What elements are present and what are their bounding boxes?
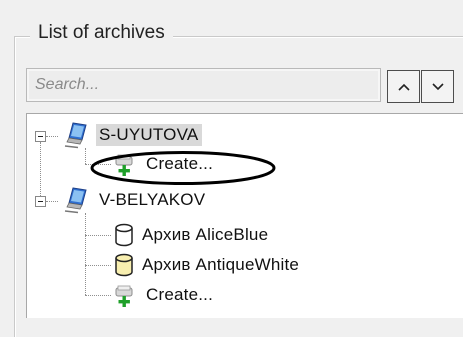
tree-connector xyxy=(85,295,111,296)
collapse-toggle-v-belyakov[interactable] xyxy=(35,196,46,207)
server-name-label: V-BELYAKOV xyxy=(99,190,206,209)
archive-tree[interactable]: S-UYUTOVA Create... V-BELYAKOV Архив Ali… xyxy=(26,113,463,318)
tree-connector xyxy=(85,265,111,266)
navigate-up-button[interactable] xyxy=(387,70,420,103)
tree-node-server[interactable]: V-BELYAKOV xyxy=(61,187,209,214)
computer-icon xyxy=(64,187,87,214)
create-archive-icon xyxy=(115,154,133,176)
archive-cylinder-icon xyxy=(115,223,133,247)
archives-group-title: List of archives xyxy=(30,22,173,44)
tree-connector xyxy=(85,148,86,164)
navigate-down-button[interactable] xyxy=(421,70,454,103)
create-archive-label: Create... xyxy=(146,154,213,173)
archive-label: Архив AliceBlue xyxy=(142,225,269,244)
tree-node-server[interactable]: S-UYUTOVA xyxy=(61,122,203,149)
chevron-down-icon xyxy=(431,82,444,90)
server-name-label: S-UYUTOVA xyxy=(96,124,203,146)
create-archive-label: Create... xyxy=(146,285,213,304)
tree-item-create[interactable]: Create... xyxy=(113,151,213,177)
tree-connector xyxy=(46,136,58,137)
tree-connector xyxy=(85,164,111,165)
tree-item-archive[interactable]: Архив AntiqueWhite xyxy=(113,252,299,278)
search-input[interactable] xyxy=(27,69,380,101)
archive-cylinder-icon xyxy=(115,253,133,277)
chevron-up-icon xyxy=(397,83,410,91)
collapse-toggle-s-uyutova[interactable] xyxy=(35,131,46,142)
tree-item-archive[interactable]: Архив AliceBlue xyxy=(113,222,268,248)
tree-connector xyxy=(85,235,111,236)
create-archive-icon xyxy=(115,285,133,307)
search-box[interactable] xyxy=(26,68,381,102)
computer-icon xyxy=(64,122,87,149)
archive-label: Архив AntiqueWhite xyxy=(142,255,300,274)
tree-item-create[interactable]: Create... xyxy=(113,282,213,308)
tree-connector xyxy=(85,213,86,295)
tree-connector xyxy=(46,201,58,202)
